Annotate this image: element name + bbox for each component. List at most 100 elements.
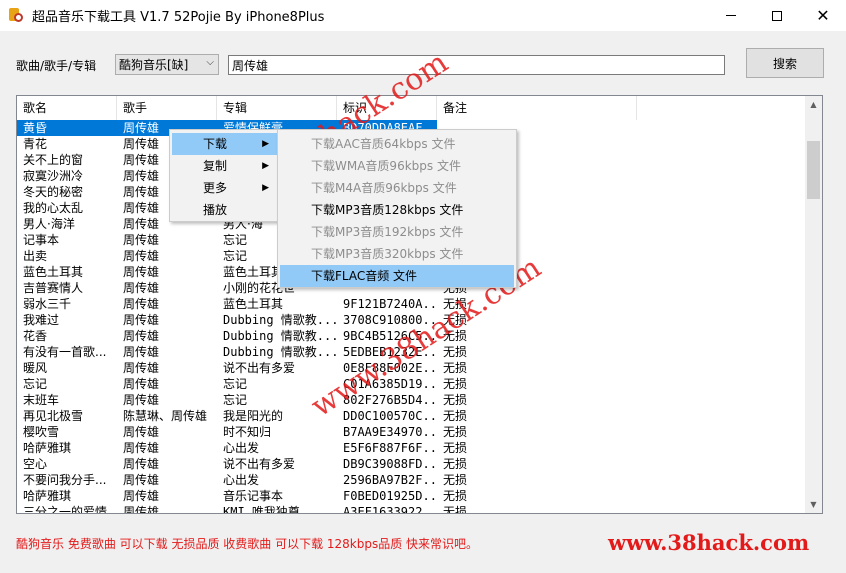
cell-note: 无损 (443, 505, 468, 514)
table-row[interactable]: 哈萨雅琪 周传雄 心出发 E5F6F887F6F... 无损 (17, 440, 806, 456)
minimize-button[interactable] (708, 0, 754, 31)
table-row[interactable]: 花香 周传雄 Dubbing 情歌教... 9BC4B5126C5... 无损 (17, 328, 806, 344)
download-m4a-96-item[interactable]: 下载M4A音质96kbps 文件 (280, 177, 514, 199)
download-mp3-128-item[interactable]: 下载MP3音质128kbps 文件 (280, 199, 514, 221)
cell-title: 蓝色土耳其 (23, 265, 84, 279)
search-button[interactable]: 搜索 (746, 48, 824, 78)
cell-title: 有没有一首歌... (23, 345, 107, 359)
menu-item-label: 复制 (203, 159, 228, 173)
chevron-right-icon: ▶ (262, 161, 269, 171)
maximize-icon (772, 10, 782, 21)
cell-note: 无损 (443, 457, 468, 471)
scroll-down-icon[interactable]: ▼ (805, 496, 822, 513)
cell-title: 关不上的窗 (23, 153, 84, 167)
cell-id: 5EDBEB1232E... (343, 345, 437, 359)
search-input[interactable] (228, 55, 725, 75)
table-row[interactable]: 樱吹雪 周传雄 时不知归 B7AA9E34970... 无损 (17, 424, 806, 440)
cell-id: DB9C39088FD... (343, 457, 437, 471)
column-header-album[interactable]: 专辑 (217, 96, 337, 120)
cell-title: 哈萨雅琪 (23, 441, 72, 455)
cell-id: 9BC4B5126C5... (343, 329, 437, 343)
cell-title: 末班车 (23, 393, 60, 407)
cell-title: 暖风 (23, 361, 48, 375)
cell-artist: 周传雄 (123, 265, 160, 279)
cell-album: Dubbing 情歌教... (223, 313, 337, 327)
download-mp3-192-item[interactable]: 下载MP3音质192kbps 文件 (280, 221, 514, 243)
footer-note: 酷狗音乐 免费歌曲 可以下载 无损品质 收费歌曲 可以下载 128kbps品质 … (16, 537, 479, 551)
footer-brand: www.38hack.com (608, 530, 810, 555)
table-row[interactable]: 三分之一的爱情 周传雄 KMI 唯我独尊 A3EF1633922... 无损 (17, 504, 806, 514)
vertical-scrollbar[interactable]: ▲ ▼ (805, 96, 822, 513)
cell-artist: 周传雄 (123, 361, 160, 375)
cell-artist: 周传雄 (123, 457, 160, 471)
cell-title: 花香 (23, 329, 48, 343)
table-row[interactable]: 弱水三千 周传雄 蓝色土耳其 9F121B7240A... 无损 (17, 296, 806, 312)
cell-title: 空心 (23, 457, 48, 471)
cell-album: 心出发 (223, 441, 260, 455)
scroll-up-icon[interactable]: ▲ (805, 96, 822, 113)
table-row[interactable]: 忘记 周传雄 忘记 C01A6385D19... 无损 (17, 376, 806, 392)
cell-title: 哈萨雅琪 (23, 489, 72, 503)
menu-item-play[interactable]: 播放 (172, 199, 277, 221)
cell-note: 无损 (443, 297, 468, 311)
menu-item-label: 更多 (203, 181, 228, 195)
table-row[interactable]: 再见北极雪 陈慧琳、周传雄 我是阳光的 DD0C100570C... 无损 (17, 408, 806, 424)
cell-title: 樱吹雪 (23, 425, 60, 439)
cell-artist: 周传雄 (123, 377, 160, 391)
menu-item-download[interactable]: 下载 ▶ (172, 133, 277, 155)
menu-item-copy[interactable]: 复制 ▶ (172, 155, 277, 177)
table-row[interactable]: 哈萨雅琪 周传雄 音乐记事本 F0BED01925D... 无损 (17, 488, 806, 504)
window-title: 超品音乐下载工具 V1.7 52Pojie By iPhone8Plus (32, 10, 325, 25)
cell-note: 无损 (443, 441, 468, 455)
cell-album: Dubbing 情歌教... (223, 329, 337, 343)
cell-id: 3708C910800... (343, 313, 437, 327)
cell-artist: 周传雄 (123, 345, 160, 359)
close-button[interactable]: ✕ (800, 0, 846, 31)
table-row[interactable]: 空心 周传雄 说不出有多爱 DB9C39088FD... 无损 (17, 456, 806, 472)
cell-artist: 周传雄 (123, 233, 160, 247)
table-row[interactable]: 我难过 周传雄 Dubbing 情歌教... 3708C910800... 无损 (17, 312, 806, 328)
cell-title: 黄昏 (17, 120, 117, 136)
chevron-right-icon: ▶ (262, 183, 269, 193)
chevron-down-icon: ⌵ (206, 57, 214, 68)
source-select[interactable]: 酷狗音乐[缺] ⌵ (115, 54, 219, 75)
column-header-id[interactable]: 标识 (337, 96, 437, 120)
menu-item-more[interactable]: 更多 ▶ (172, 177, 277, 199)
cell-title: 青花 (23, 137, 48, 151)
cell-title: 不要问我分手... (23, 473, 107, 487)
cell-title: 记事本 (23, 233, 60, 247)
cell-note: 无损 (443, 425, 468, 439)
cell-note: 无损 (443, 489, 468, 503)
download-mp3-320-item[interactable]: 下载MP3音质320kbps 文件 (280, 243, 514, 265)
cell-note: 无损 (443, 361, 468, 375)
table-row[interactable]: 末班车 周传雄 忘记 802F276B5D4... 无损 (17, 392, 806, 408)
cell-title: 冬天的秘密 (23, 185, 84, 199)
cell-title: 寂寞沙洲冷 (23, 169, 84, 183)
cell-id: 0E8F88E002E... (343, 361, 437, 375)
table-row[interactable]: 不要问我分手... 周传雄 心出发 2596BA97B2F... 无损 (17, 472, 806, 488)
cell-title: 出卖 (23, 249, 48, 263)
maximize-button[interactable] (754, 0, 800, 31)
menu-item-label: 下载 (203, 137, 228, 151)
column-header-title[interactable]: 歌名 (17, 96, 117, 120)
source-select-value: 酷狗音乐[缺] (119, 58, 189, 72)
minimize-icon (726, 15, 736, 16)
cell-title: 吉普赛情人 (23, 281, 84, 295)
download-flac-item[interactable]: 下载FLAC音频 文件 (280, 265, 514, 287)
table-row[interactable]: 暖风 周传雄 说不出有多爱 0E8F88E002E... 无损 (17, 360, 806, 376)
download-wma-96-item[interactable]: 下载WMA音质96kbps 文件 (280, 155, 514, 177)
cell-artist: 周传雄 (123, 505, 160, 514)
window-controls: ✕ (708, 0, 846, 31)
column-header-note[interactable]: 备注 (437, 96, 637, 120)
table-row[interactable]: 有没有一首歌... 周传雄 Dubbing 情歌教... 5EDBEB1232E...… (17, 344, 806, 360)
cell-artist: 周传雄 (123, 393, 160, 407)
scroll-thumb[interactable] (807, 141, 820, 199)
search-label: 歌曲/歌手/专辑 (16, 59, 97, 73)
cell-album: 说不出有多爱 (223, 361, 296, 375)
cell-id: C01A6385D19... (343, 377, 437, 391)
cell-title: 再见北极雪 (23, 409, 84, 423)
download-aac-64-item[interactable]: 下载AAC音质64kbps 文件 (280, 133, 514, 155)
column-header-artist[interactable]: 歌手 (117, 96, 217, 120)
cell-artist: 周传雄 (123, 489, 160, 503)
cell-title: 我的心太乱 (23, 201, 84, 215)
